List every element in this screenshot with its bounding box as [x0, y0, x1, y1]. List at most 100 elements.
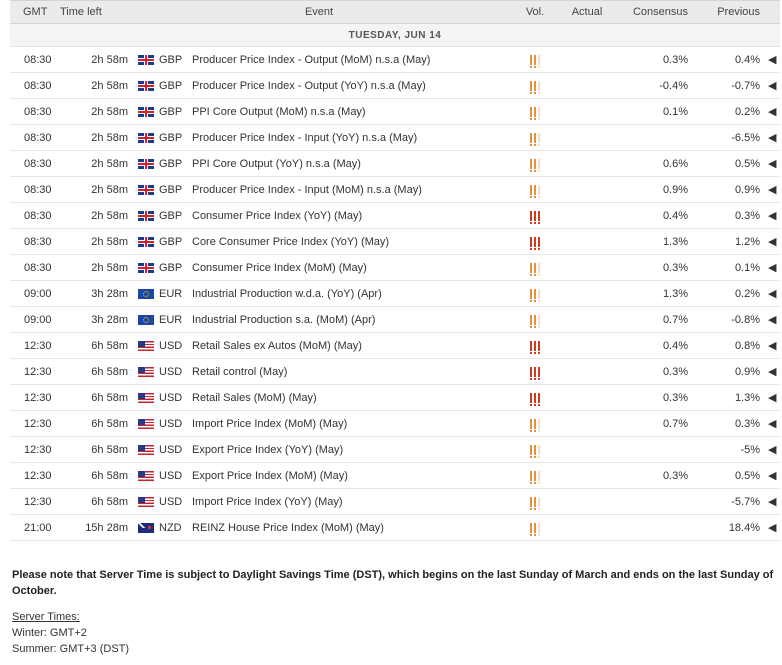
row-previous: 0.3% — [692, 410, 765, 437]
row-expand[interactable]: ◀ — [764, 98, 781, 125]
server-times-title[interactable]: Server Times: — [12, 609, 129, 625]
row-time-left: 2h 58m — [58, 176, 132, 203]
currency-code: USD — [159, 443, 183, 456]
row-event[interactable]: Import Price Index (YoY) (May) — [188, 488, 507, 515]
chevron-left-icon[interactable]: ◀ — [768, 236, 776, 248]
row-consensus — [610, 514, 693, 541]
volatility-icon — [530, 54, 533, 68]
row-expand[interactable]: ◀ — [764, 514, 781, 541]
row-expand[interactable]: ◀ — [764, 488, 781, 515]
table-row[interactable]: 12:30 6h 58m USD Export Price Index (MoM) (… — [10, 462, 781, 489]
row-event[interactable]: Producer Price Index - Input (MoM) n.s.a… — [188, 176, 507, 203]
row-event[interactable]: PPI Core Output (MoM) n.s.a (May) — [188, 98, 507, 125]
row-expand[interactable]: ◀ — [764, 72, 781, 99]
row-time-left: 6h 58m — [58, 462, 132, 489]
table-row[interactable]: 08:30 2h 58m GBP Producer Price Index - Out… — [10, 46, 781, 73]
chevron-left-icon[interactable]: ◀ — [768, 288, 776, 300]
row-event[interactable]: Export Price Index (MoM) (May) — [188, 462, 507, 489]
chevron-left-icon[interactable]: ◀ — [768, 340, 776, 352]
chevron-left-icon[interactable]: ◀ — [768, 392, 776, 404]
row-expand[interactable]: ◀ — [764, 150, 781, 177]
header-time-left[interactable]: Time left — [58, 0, 132, 24]
row-event[interactable]: Consumer Price Index (MoM) (May) — [188, 254, 507, 281]
table-row[interactable]: 09:00 3h 28m EUR Industrial Production s.a.… — [10, 306, 781, 333]
row-event[interactable]: Retail control (May) — [188, 358, 507, 385]
currency-code: GBP — [159, 131, 183, 144]
row-time-left: 2h 58m — [58, 46, 132, 73]
header-gmt[interactable]: GMT — [10, 0, 58, 24]
row-event[interactable]: Retail Sales ex Autos (MoM) (May) — [188, 332, 507, 359]
chevron-left-icon[interactable]: ◀ — [768, 210, 776, 222]
table-row[interactable]: 12:30 6h 58m USD Import Price Index (MoM) (… — [10, 410, 781, 437]
chevron-left-icon[interactable]: ◀ — [768, 522, 776, 534]
row-event[interactable]: Producer Price Index - Output (YoY) n.s.… — [188, 72, 507, 99]
volatility-icon — [534, 444, 537, 458]
volatility-icon — [530, 444, 533, 458]
row-expand[interactable]: ◀ — [764, 306, 781, 333]
row-gmt: 08:30 — [10, 176, 58, 203]
table-row[interactable]: 08:30 2h 58m GBP PPI Core Output (MoM) n.s.… — [10, 98, 781, 125]
row-event[interactable]: PPI Core Output (YoY) n.s.a (May) — [188, 150, 507, 177]
chevron-left-icon[interactable]: ◀ — [768, 444, 776, 456]
chevron-left-icon[interactable]: ◀ — [768, 366, 776, 378]
table-row[interactable]: 08:30 2h 58m GBP Consumer Price Index (YoY)… — [10, 202, 781, 229]
row-event[interactable]: Retail Sales (MoM) (May) — [188, 384, 507, 411]
row-expand[interactable]: ◀ — [764, 46, 781, 73]
row-time-left: 6h 58m — [58, 488, 132, 515]
table-row[interactable]: 08:30 2h 58m GBP Producer Price Index - Out… — [10, 72, 781, 99]
chevron-left-icon[interactable]: ◀ — [768, 158, 776, 170]
chevron-left-icon[interactable]: ◀ — [768, 262, 776, 274]
table-row[interactable]: 12:30 6h 58m USD Retail Sales ex Autos (MoM… — [10, 332, 781, 359]
chevron-left-icon[interactable]: ◀ — [768, 132, 776, 144]
table-row[interactable]: 08:30 2h 58m GBP Producer Price Index - Inp… — [10, 124, 781, 151]
row-expand[interactable]: ◀ — [764, 124, 781, 151]
row-expand[interactable]: ◀ — [764, 228, 781, 255]
row-event[interactable]: Industrial Production w.d.a. (YoY) (Apr) — [188, 280, 507, 307]
table-row[interactable]: 12:30 6h 58m USD Export Price Index (YoY) (… — [10, 436, 781, 463]
table-row[interactable]: 12:30 6h 58m USD Retail control (May) 0.3% 0.… — [10, 358, 781, 385]
table-row[interactable]: 08:30 2h 58m GBP Core Consumer Price Index … — [10, 228, 781, 255]
row-expand[interactable]: ◀ — [764, 358, 781, 385]
row-expand[interactable]: ◀ — [764, 384, 781, 411]
volatility-icon — [530, 392, 533, 406]
header-consensus[interactable]: Consensus — [610, 0, 693, 24]
table-row[interactable]: 21:00 15h 28m NZD REINZ House Price Index (… — [10, 514, 781, 541]
table-row[interactable]: 08:30 2h 58m GBP Consumer Price Index (MoM)… — [10, 254, 781, 281]
chevron-left-icon[interactable]: ◀ — [768, 54, 776, 66]
header-actual[interactable]: Actual — [564, 0, 611, 24]
chevron-left-icon[interactable]: ◀ — [768, 314, 776, 326]
header-previous[interactable]: Previous — [692, 0, 765, 24]
row-expand[interactable]: ◀ — [764, 462, 781, 489]
row-event[interactable]: Core Consumer Price Index (YoY) (May) — [188, 228, 507, 255]
table-row[interactable]: 08:30 2h 58m GBP PPI Core Output (YoY) n.s.… — [10, 150, 781, 177]
table-row[interactable]: 09:00 3h 28m EUR Industrial Production w.d.… — [10, 280, 781, 307]
row-event[interactable]: Import Price Index (MoM) (May) — [188, 410, 507, 437]
row-expand[interactable]: ◀ — [764, 202, 781, 229]
row-event[interactable]: Producer Price Index - Input (YoY) n.s.a… — [188, 124, 507, 151]
row-event[interactable]: REINZ House Price Index (MoM) (May) — [188, 514, 507, 541]
row-event[interactable]: Consumer Price Index (YoY) (May) — [188, 202, 507, 229]
chevron-left-icon[interactable]: ◀ — [768, 80, 776, 92]
row-event[interactable]: Producer Price Index - Output (MoM) n.s.… — [188, 46, 507, 73]
chevron-left-icon[interactable]: ◀ — [768, 418, 776, 430]
row-gmt: 08:30 — [10, 98, 58, 125]
row-expand[interactable]: ◀ — [764, 280, 781, 307]
header-event[interactable]: Event — [132, 0, 507, 24]
table-row[interactable]: 08:30 2h 58m GBP Producer Price Index - Inp… — [10, 176, 781, 203]
row-event[interactable]: Industrial Production s.a. (MoM) (Apr) — [188, 306, 507, 333]
row-event[interactable]: Export Price Index (YoY) (May) — [188, 436, 507, 463]
table-row[interactable]: 12:30 6h 58m USD Retail Sales (MoM) (May) 0.… — [10, 384, 781, 411]
table-row[interactable]: 12:30 6h 58m USD Import Price Index (YoY) (… — [10, 488, 781, 515]
volatility-icon — [538, 106, 541, 120]
chevron-left-icon[interactable]: ◀ — [768, 184, 776, 196]
chevron-left-icon[interactable]: ◀ — [768, 106, 776, 118]
row-expand[interactable]: ◀ — [764, 410, 781, 437]
row-expand[interactable]: ◀ — [764, 332, 781, 359]
row-expand[interactable]: ◀ — [764, 436, 781, 463]
row-expand[interactable]: ◀ — [764, 176, 781, 203]
header-vol[interactable]: Vol. — [506, 0, 565, 24]
chevron-left-icon[interactable]: ◀ — [768, 496, 776, 508]
chevron-left-icon[interactable]: ◀ — [768, 470, 776, 482]
row-expand[interactable]: ◀ — [764, 254, 781, 281]
row-currency: USD — [132, 488, 188, 515]
